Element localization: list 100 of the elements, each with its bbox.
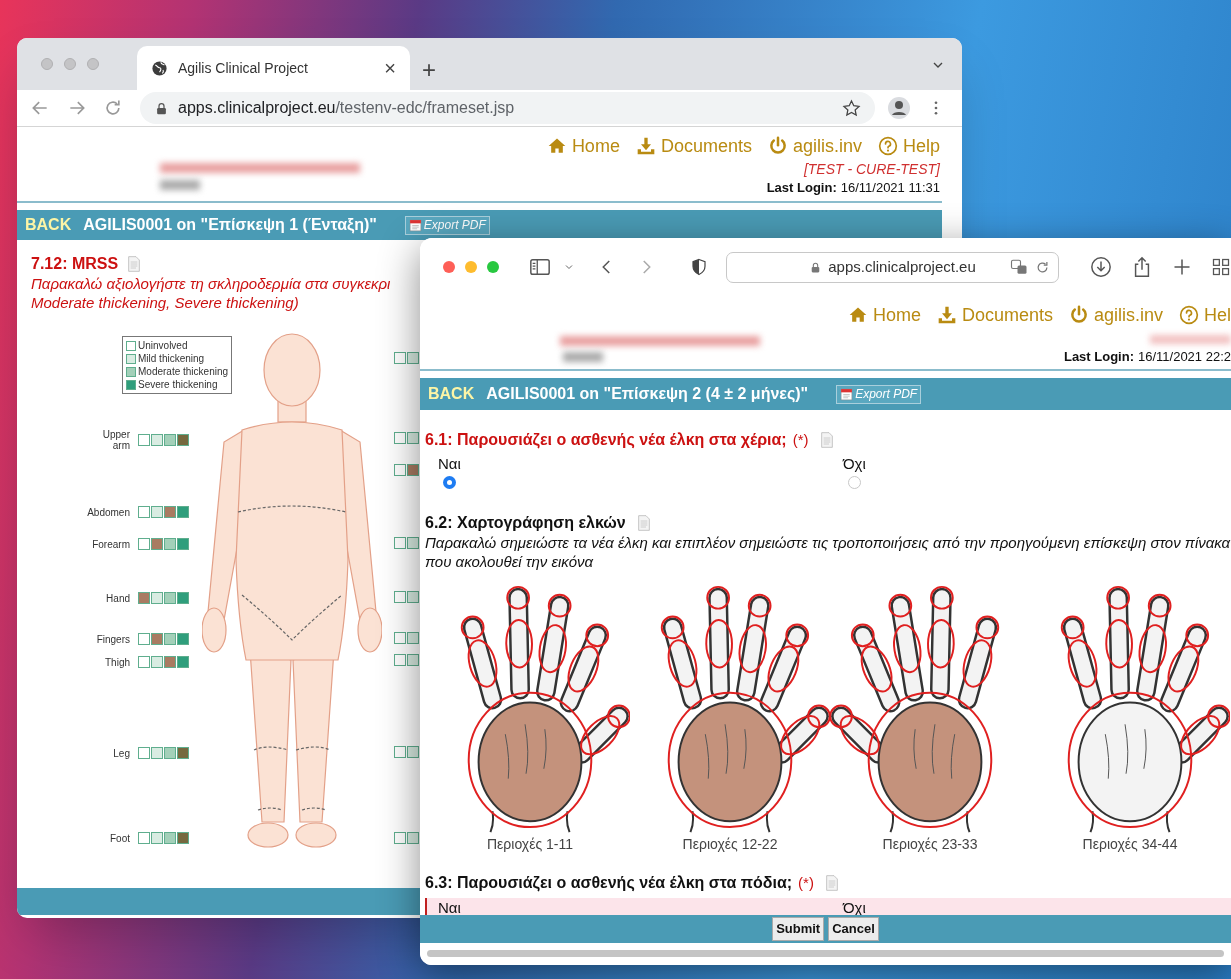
score-box[interactable] (407, 464, 419, 476)
form-button[interactable]: Submit (772, 917, 825, 941)
score-box[interactable] (394, 591, 406, 603)
score-box[interactable] (164, 747, 176, 759)
new-tab-button[interactable]: + (422, 58, 436, 82)
window-control-button[interactable] (87, 58, 99, 70)
score-box[interactable] (138, 656, 150, 668)
score-box[interactable] (177, 592, 189, 604)
export-pdf-button[interactable]: Export PDF (404, 215, 490, 235)
address-bar[interactable]: apps.clinicalproject.eu/testenv-edc/frameset.jsp (140, 92, 875, 124)
score-box[interactable] (138, 592, 150, 604)
document-icon[interactable] (126, 255, 143, 273)
score-box[interactable] (394, 464, 406, 476)
nav-link[interactable]: Help (877, 133, 940, 159)
score-box[interactable] (407, 537, 419, 549)
nav-link[interactable]: Documents (936, 302, 1053, 328)
score-box[interactable] (177, 832, 189, 844)
nav-link[interactable]: Home (847, 302, 921, 328)
option-label: Ναι (438, 898, 461, 915)
window-control-button[interactable] (64, 58, 76, 70)
score-box[interactable] (138, 434, 150, 446)
help-icon (1179, 305, 1199, 325)
reload-icon[interactable] (1035, 259, 1050, 275)
score-box[interactable] (177, 506, 189, 518)
score-box[interactable] (151, 832, 163, 844)
nav-link[interactable]: agilis.inv (767, 133, 862, 159)
radio-button[interactable] (442, 476, 456, 489)
grid-icon[interactable] (1211, 257, 1231, 277)
score-box[interactable] (177, 633, 189, 645)
score-box[interactable] (151, 747, 163, 759)
score-box[interactable] (151, 538, 163, 550)
score-box[interactable] (151, 592, 163, 604)
score-box[interactable] (177, 747, 189, 759)
score-box[interactable] (407, 632, 419, 644)
score-box[interactable] (394, 537, 406, 549)
nav-link[interactable]: agilis.inv (1068, 302, 1163, 328)
shield-icon[interactable] (690, 258, 708, 276)
score-box[interactable] (151, 434, 163, 446)
power-icon (1068, 305, 1089, 325)
form-button[interactable]: Cancel (828, 917, 879, 941)
back-link[interactable]: BACK (25, 213, 72, 237)
reload-icon[interactable] (103, 98, 123, 118)
score-box[interactable] (164, 592, 176, 604)
score-box[interactable] (164, 832, 176, 844)
score-box[interactable] (138, 538, 150, 550)
score-box[interactable] (407, 591, 419, 603)
score-box[interactable] (407, 832, 419, 844)
horizontal-scrollbar[interactable] (427, 950, 1224, 957)
sidebar-icon[interactable] (529, 256, 551, 278)
window-control-button[interactable] (465, 261, 477, 273)
score-box[interactable] (138, 506, 150, 518)
download-icon[interactable] (1090, 256, 1112, 278)
window-control-button[interactable] (487, 261, 499, 273)
export-pdf-button[interactable]: Export PDF (836, 384, 922, 404)
score-box[interactable] (177, 538, 189, 550)
star-icon[interactable] (842, 98, 861, 118)
environment-label: [TEST - CURE-TEST] (803, 160, 941, 178)
nav-link[interactable]: Hel (1179, 302, 1231, 328)
address-bar[interactable]: apps.clinicalproject.eu (726, 251, 1059, 283)
score-box[interactable] (394, 832, 406, 844)
nav-link[interactable]: Documents (635, 133, 752, 159)
window-control-button[interactable] (443, 261, 455, 273)
browser-tab[interactable]: Agilis Clinical Project × (137, 46, 410, 90)
profile-icon[interactable] (887, 96, 911, 120)
score-box[interactable] (407, 352, 419, 364)
nav-link[interactable]: Home (546, 133, 620, 159)
score-box[interactable] (138, 747, 150, 759)
translate-icon[interactable] (1010, 258, 1028, 276)
score-box[interactable] (407, 432, 419, 444)
document-icon[interactable] (818, 431, 835, 449)
radio-button[interactable] (847, 476, 861, 489)
back-link[interactable]: BACK (428, 382, 475, 406)
score-box[interactable] (177, 434, 189, 446)
score-box[interactable] (394, 432, 406, 444)
document-icon[interactable] (823, 874, 840, 892)
region-label: Leg (113, 747, 130, 759)
score-box[interactable] (394, 352, 406, 364)
download-icon (635, 136, 656, 156)
score-box[interactable] (164, 656, 176, 668)
score-box[interactable] (407, 654, 419, 666)
score-box[interactable] (138, 633, 150, 645)
window-control-button[interactable] (41, 58, 53, 70)
score-box[interactable] (151, 633, 163, 645)
score-box[interactable] (177, 656, 189, 668)
score-box[interactable] (151, 506, 163, 518)
document-icon[interactable] (635, 514, 652, 532)
score-box[interactable] (394, 746, 406, 758)
score-box[interactable] (407, 746, 419, 758)
score-box[interactable] (164, 506, 176, 518)
score-box[interactable] (164, 434, 176, 446)
score-box[interactable] (394, 654, 406, 666)
instruction-text: Παρακαλώ αξιολογήστε τη σκληροδερμία στα συγκεκρι (31, 274, 391, 293)
score-box[interactable] (164, 633, 176, 645)
close-tab-button[interactable]: × (384, 58, 396, 78)
score-box[interactable] (394, 632, 406, 644)
region-label: Thigh (105, 656, 130, 668)
score-box[interactable] (138, 832, 150, 844)
score-box[interactable] (164, 538, 176, 550)
score-box[interactable] (151, 656, 163, 668)
plus-icon[interactable] (1172, 257, 1192, 277)
